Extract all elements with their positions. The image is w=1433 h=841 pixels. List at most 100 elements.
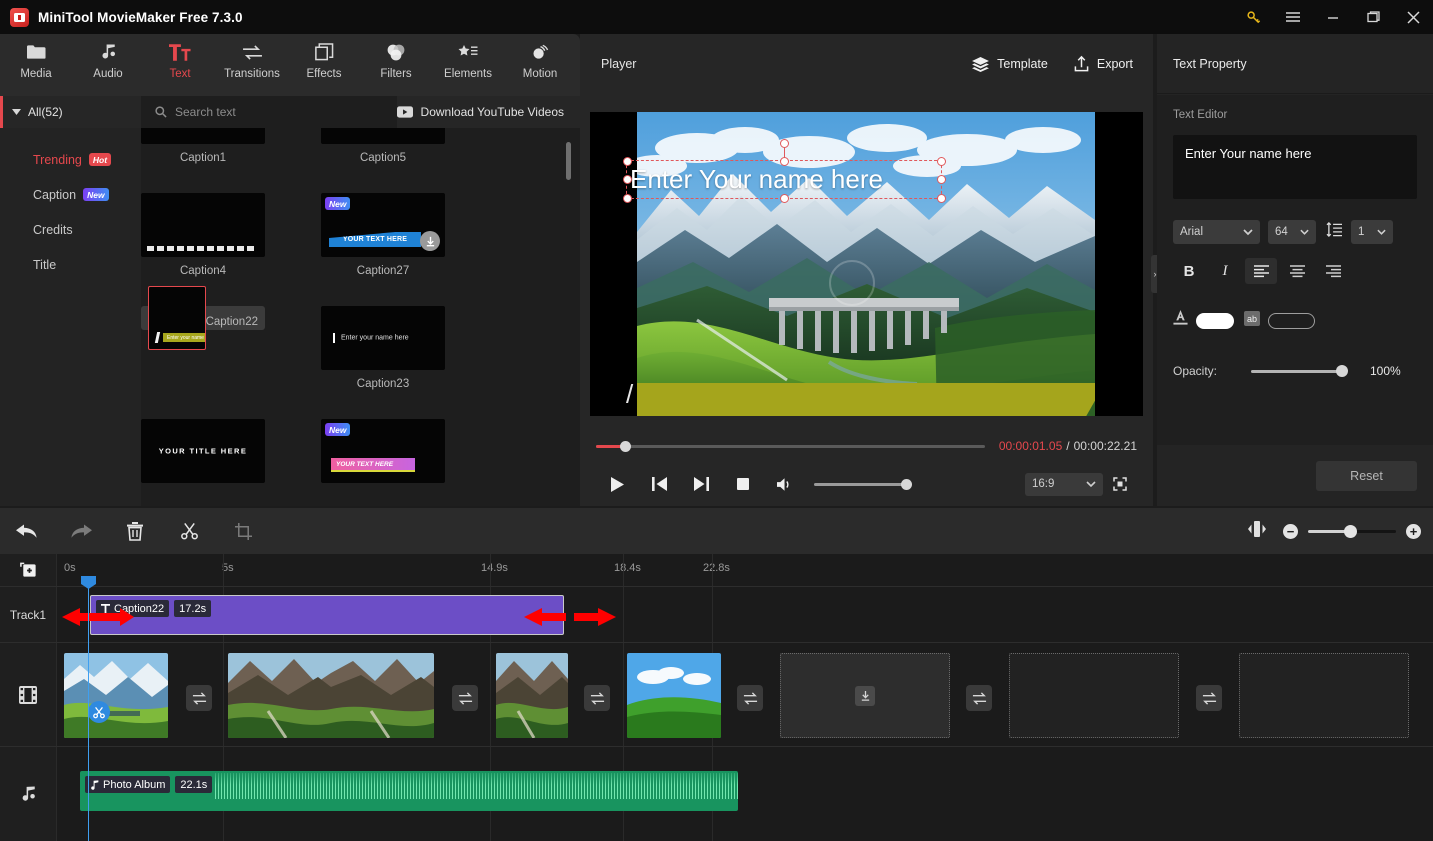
search-input[interactable]: Search text: [141, 96, 397, 128]
transition-slot[interactable]: [584, 685, 610, 711]
player-progress-slider[interactable]: [596, 440, 985, 452]
tool-text[interactable]: Text: [144, 41, 216, 80]
redo-button[interactable]: [54, 508, 108, 554]
crop-button[interactable]: [216, 508, 270, 554]
template-tile[interactable]: New YOUR TEXT HERE Caption27: [321, 193, 445, 277]
timeline-zoom-slider[interactable]: [1308, 524, 1396, 538]
key-icon[interactable]: [1233, 0, 1273, 34]
volume-knob[interactable]: [901, 478, 912, 490]
handle-top-center[interactable]: [779, 156, 789, 166]
media-clip[interactable]: [228, 653, 434, 738]
add-track-button[interactable]: [0, 554, 56, 586]
transition-slot[interactable]: [966, 685, 992, 711]
minimize-icon[interactable]: [1313, 0, 1353, 34]
library-scrollbar[interactable]: [566, 142, 571, 180]
next-frame-button[interactable]: [680, 469, 722, 499]
font-size-dropdown[interactable]: 64: [1268, 220, 1316, 244]
playhead[interactable]: [81, 576, 96, 841]
bold-button[interactable]: B: [1173, 258, 1205, 284]
download-icon[interactable]: [420, 231, 440, 251]
zoom-knob[interactable]: [1344, 524, 1357, 538]
handle-bottom-center[interactable]: [779, 193, 789, 203]
play-button[interactable]: [596, 469, 638, 499]
text-editor-input[interactable]: Enter Your name here: [1173, 135, 1417, 199]
tool-effects[interactable]: Effects: [288, 41, 360, 80]
undo-button[interactable]: [0, 508, 54, 554]
tool-motion[interactable]: Motion: [504, 41, 576, 80]
handle-top-right[interactable]: [936, 156, 946, 166]
tool-audio[interactable]: Audio: [72, 41, 144, 80]
category-title[interactable]: Title: [0, 247, 141, 282]
preview-stage[interactable]: Enter Your name here /: [590, 112, 1143, 416]
opacity-slider[interactable]: [1251, 364, 1348, 377]
text-clip[interactable]: Caption22 17.2s: [90, 595, 564, 635]
split-marker[interactable]: [88, 701, 110, 723]
transition-slot[interactable]: [452, 685, 478, 711]
aspect-ratio-dropdown[interactable]: 16:9: [1025, 472, 1103, 496]
transition-slot[interactable]: [737, 685, 763, 711]
template-tile[interactable]: Caption5: [321, 128, 445, 164]
volume-button[interactable]: [764, 469, 806, 499]
export-button[interactable]: Export: [1074, 55, 1133, 72]
background-color-swatch[interactable]: [1268, 312, 1315, 329]
transition-slot[interactable]: [186, 685, 212, 711]
category-caption[interactable]: Caption New: [0, 177, 141, 212]
timeline-row-text[interactable]: Caption22 17.2s: [56, 586, 1433, 642]
placeholder-clip[interactable]: [780, 653, 950, 738]
tool-transitions[interactable]: Transitions: [216, 41, 288, 80]
progress-knob[interactable]: [620, 440, 631, 452]
split-button[interactable]: [162, 508, 216, 554]
italic-button[interactable]: I: [1209, 258, 1241, 284]
tool-media[interactable]: Media: [0, 41, 72, 80]
opacity-knob[interactable]: [1336, 364, 1348, 377]
timeline-ruler[interactable]: 0s 5s 14.9s 18.4s 22.8s: [56, 554, 1433, 586]
template-tile-caption22[interactable]: Enter your name here Caption22: [141, 286, 265, 350]
media-clip[interactable]: [64, 653, 168, 738]
zoom-out-button[interactable]: −: [1283, 523, 1298, 539]
template-tile[interactable]: YOUR TITLE HERE: [141, 419, 265, 483]
rotate-handle[interactable]: [779, 139, 789, 148]
fullscreen-button[interactable]: [1103, 469, 1137, 499]
line-spacing-dropdown[interactable]: 1: [1351, 220, 1393, 244]
stop-button[interactable]: [722, 469, 764, 499]
timeline-row-audio[interactable]: Photo Album 22.1s: [56, 746, 1433, 841]
category-trending[interactable]: Trending Hot: [0, 142, 141, 177]
media-clip[interactable]: [496, 653, 568, 738]
template-tile[interactable]: Enter your name here Caption23: [321, 306, 445, 390]
text-selection-box[interactable]: [622, 139, 946, 203]
menu-icon[interactable]: [1273, 0, 1313, 34]
font-family-dropdown[interactable]: Arial: [1173, 220, 1260, 244]
zoom-in-button[interactable]: +: [1406, 523, 1421, 539]
handle-top-left[interactable]: [622, 156, 632, 166]
handle-bottom-right[interactable]: [936, 193, 946, 203]
audio-clip[interactable]: Photo Album 22.1s: [80, 771, 738, 811]
category-all-dropdown[interactable]: All(52): [0, 96, 141, 128]
transition-slot[interactable]: [1196, 685, 1222, 711]
volume-slider[interactable]: [814, 478, 912, 490]
download-icon[interactable]: [855, 685, 875, 706]
placeholder-clip[interactable]: [1239, 653, 1409, 738]
template-button[interactable]: Template: [972, 56, 1048, 72]
media-clip[interactable]: [627, 653, 721, 738]
delete-button[interactable]: [108, 508, 162, 554]
handle-mid-left[interactable]: [622, 175, 632, 184]
close-icon[interactable]: [1393, 0, 1433, 34]
maximize-icon[interactable]: [1353, 0, 1393, 34]
fit-timeline-icon[interactable]: [1247, 520, 1267, 542]
handle-bottom-left[interactable]: [622, 193, 632, 203]
placeholder-clip[interactable]: [1009, 653, 1179, 738]
tool-filters[interactable]: Filters: [360, 41, 432, 80]
reset-button[interactable]: Reset: [1316, 460, 1417, 491]
timeline-row-video[interactable]: [56, 642, 1433, 746]
template-tile[interactable]: Caption4: [141, 193, 265, 277]
align-center-button[interactable]: [1281, 258, 1313, 284]
category-credits[interactable]: Credits: [0, 212, 141, 247]
tool-elements[interactable]: Elements: [432, 41, 504, 80]
template-tile[interactable]: Caption1: [141, 128, 265, 164]
prev-frame-button[interactable]: [638, 469, 680, 499]
template-tile[interactable]: New YOUR TEXT HERE: [321, 419, 445, 483]
handle-mid-right[interactable]: [936, 175, 946, 184]
text-color-swatch[interactable]: [1196, 312, 1234, 329]
download-youtube-videos-button[interactable]: Download YouTube Videos: [396, 105, 580, 119]
align-right-button[interactable]: [1317, 258, 1349, 284]
